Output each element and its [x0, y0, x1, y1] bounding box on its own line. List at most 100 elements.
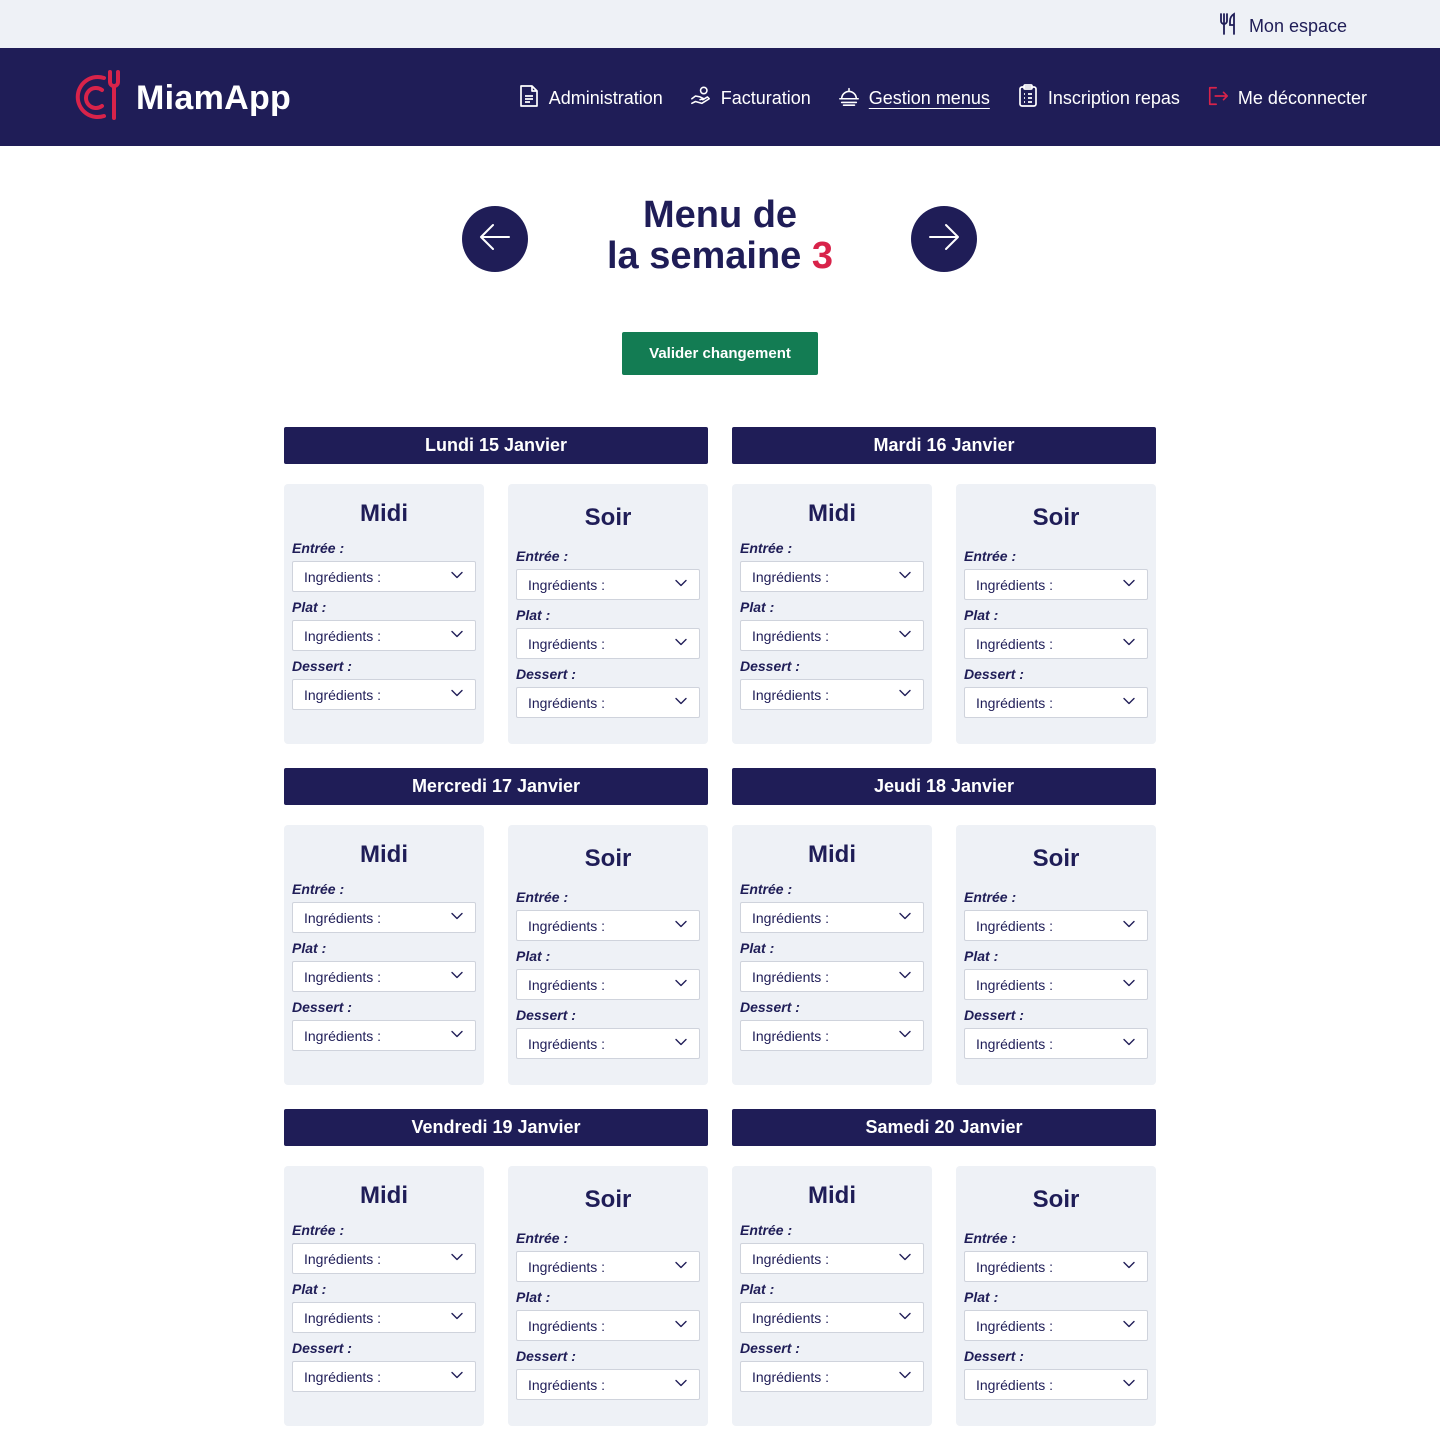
- dessert-ingredients-select[interactable]: Ingrédients :: [740, 679, 924, 710]
- chevron-down-icon: [1122, 976, 1136, 993]
- meal-title: Midi: [360, 1182, 408, 1209]
- entree-ingredients-select[interactable]: Ingrédients :: [964, 910, 1148, 941]
- nav-item-facturation[interactable]: Facturation: [690, 84, 811, 113]
- dessert-ingredients-select[interactable]: Ingrédients :: [964, 1028, 1148, 1059]
- day-block: Vendredi 19 Janvier Midi Entrée : Ingrédi…: [284, 1109, 708, 1426]
- plat-ingredients-select[interactable]: Ingrédients :: [292, 1302, 476, 1333]
- plat-ingredients-select[interactable]: Ingrédients :: [292, 961, 476, 992]
- course-label-dessert: Dessert :: [964, 666, 1024, 682]
- meal-card-soir: Soir Entrée : Ingrédients : Plat : Ingréd…: [956, 825, 1156, 1085]
- nav-label: Administration: [548, 88, 663, 108]
- entree-ingredients-select[interactable]: Ingrédients :: [964, 1251, 1148, 1282]
- entree-ingredients-select[interactable]: Ingrédients :: [516, 910, 700, 941]
- plat-ingredients-select[interactable]: Ingrédients :: [516, 1310, 700, 1341]
- week-title-line2: la semaine 3: [540, 236, 900, 277]
- select-value: Ingrédients :: [976, 1035, 1054, 1052]
- brand-logo[interactable]: MiamApp: [72, 70, 291, 127]
- entree-ingredients-select[interactable]: Ingrédients :: [516, 569, 700, 600]
- course-label-plat: Plat :: [964, 607, 999, 623]
- page-title: Menu de la semaine 3: [540, 195, 900, 277]
- plat-ingredients-select[interactable]: Ingrédients :: [516, 969, 700, 1000]
- meal-card-midi: Midi Entrée : Ingrédients : Plat : Ingréd…: [732, 825, 932, 1085]
- plat-ingredients-select[interactable]: Ingrédients :: [964, 969, 1148, 1000]
- day-meals: Midi Entrée : Ingrédients : Plat : Ingréd…: [284, 484, 708, 744]
- nav-item-me-deconnecter[interactable]: Me déconnecter: [1207, 84, 1367, 113]
- plat-ingredients-select[interactable]: Ingrédients :: [292, 620, 476, 651]
- document-icon: [518, 84, 540, 113]
- select-value: Ingrédients :: [752, 1027, 830, 1044]
- plat-ingredients-select[interactable]: Ingrédients :: [964, 628, 1148, 659]
- nav-label: Facturation: [720, 88, 811, 108]
- top-utility-bar: Mon espace: [0, 0, 1440, 48]
- meal-title: Soir: [1032, 845, 1080, 872]
- entree-ingredients-select[interactable]: Ingrédients :: [740, 902, 924, 933]
- dessert-ingredients-select[interactable]: Ingrédients :: [740, 1361, 924, 1392]
- chevron-down-icon: [898, 568, 912, 585]
- select-value: Ingrédients :: [752, 1368, 830, 1385]
- entree-ingredients-select[interactable]: Ingrédients :: [964, 569, 1148, 600]
- dessert-ingredients-select[interactable]: Ingrédients :: [292, 679, 476, 710]
- select-value: Ingrédients :: [752, 1309, 830, 1326]
- course-label-plat: Plat :: [740, 1281, 775, 1297]
- dessert-ingredients-select[interactable]: Ingrédients :: [516, 1369, 700, 1400]
- plat-ingredients-select[interactable]: Ingrédients :: [516, 628, 700, 659]
- entree-ingredients-select[interactable]: Ingrédients :: [292, 902, 476, 933]
- nav-item-gestion-menus[interactable]: Gestion menus: [838, 84, 990, 113]
- select-value: Ingrédients :: [528, 1376, 606, 1393]
- plat-ingredients-select[interactable]: Ingrédients :: [964, 1310, 1148, 1341]
- chevron-down-icon: [450, 909, 464, 926]
- course-label-entree: Entrée :: [292, 1222, 345, 1238]
- course-label-dessert: Dessert :: [292, 999, 352, 1015]
- plat-ingredients-select[interactable]: Ingrédients :: [740, 961, 924, 992]
- day-header: Jeudi 18 Janvier: [732, 768, 1156, 805]
- plat-ingredients-select[interactable]: Ingrédients :: [740, 620, 924, 651]
- entree-ingredients-select[interactable]: Ingrédients :: [292, 1243, 476, 1274]
- previous-week-button[interactable]: [462, 206, 528, 272]
- day-header: Samedi 20 Janvier: [732, 1109, 1156, 1146]
- select-value: Ingrédients :: [752, 1250, 830, 1267]
- chevron-down-icon: [1122, 917, 1136, 934]
- select-value: Ingrédients :: [976, 917, 1054, 934]
- dessert-ingredients-select[interactable]: Ingrédients :: [292, 1361, 476, 1392]
- select-value: Ingrédients :: [752, 568, 830, 585]
- days-grid: Lundi 15 Janvier Midi Entrée : Ingrédient…: [284, 427, 1156, 1426]
- course-label-plat: Plat :: [292, 940, 327, 956]
- nav-item-inscription-repas[interactable]: Inscription repas: [1017, 84, 1180, 113]
- week-title-line1: Menu de: [642, 194, 798, 236]
- chevron-down-icon: [674, 976, 688, 993]
- chevron-down-icon: [674, 1258, 688, 1275]
- course-label-entree: Entrée :: [964, 548, 1017, 564]
- select-value: Ingrédients :: [304, 909, 382, 926]
- select-value: Ingrédients :: [304, 1027, 382, 1044]
- dessert-ingredients-select[interactable]: Ingrédients :: [292, 1020, 476, 1051]
- arrow-left-icon: [477, 219, 513, 260]
- entree-ingredients-select[interactable]: Ingrédients :: [292, 561, 476, 592]
- next-week-button[interactable]: [911, 206, 977, 272]
- select-value: Ingrédients :: [976, 576, 1054, 593]
- select-value: Ingrédients :: [304, 568, 382, 585]
- select-value: Ingrédients :: [976, 694, 1054, 711]
- plat-ingredients-select[interactable]: Ingrédients :: [740, 1302, 924, 1333]
- select-value: Ingrédients :: [976, 1258, 1054, 1275]
- chevron-down-icon: [674, 1317, 688, 1334]
- dessert-ingredients-select[interactable]: Ingrédients :: [964, 687, 1148, 718]
- dessert-ingredients-select[interactable]: Ingrédients :: [740, 1020, 924, 1051]
- day-meals: Midi Entrée : Ingrédients : Plat : Ingréd…: [732, 1166, 1156, 1426]
- entree-ingredients-select[interactable]: Ingrédients :: [516, 1251, 700, 1282]
- day-header: Mercredi 17 Janvier: [284, 768, 708, 805]
- mon-espace-link[interactable]: Mon espace: [1217, 12, 1347, 41]
- dessert-ingredients-select[interactable]: Ingrédients :: [516, 1028, 700, 1059]
- chevron-down-icon: [898, 1368, 912, 1385]
- meal-card-soir: Soir Entrée : Ingrédients : Plat : Ingréd…: [508, 825, 708, 1085]
- dessert-ingredients-select[interactable]: Ingrédients :: [516, 687, 700, 718]
- course-label-entree: Entrée :: [740, 540, 793, 556]
- course-label-dessert: Dessert :: [740, 658, 800, 674]
- entree-ingredients-select[interactable]: Ingrédients :: [740, 1243, 924, 1274]
- validate-changes-button[interactable]: Valider changement: [622, 332, 818, 375]
- course-label-plat: Plat :: [964, 1289, 999, 1305]
- course-label-dessert: Dessert :: [964, 1348, 1024, 1364]
- day-block: Jeudi 18 Janvier Midi Entrée : Ingrédient…: [732, 768, 1156, 1085]
- entree-ingredients-select[interactable]: Ingrédients :: [740, 561, 924, 592]
- dessert-ingredients-select[interactable]: Ingrédients :: [964, 1369, 1148, 1400]
- nav-item-administration[interactable]: Administration: [518, 84, 663, 113]
